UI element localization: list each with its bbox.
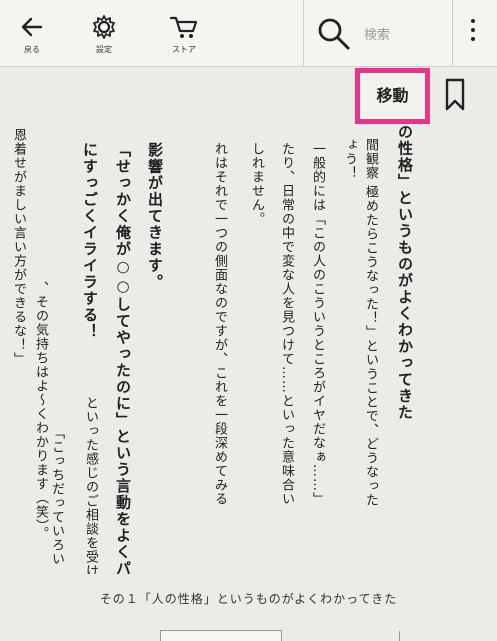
overflow-menu-button[interactable] [458,14,488,54]
text-column: 「こっちだっていろい [49,426,64,566]
text-column: 、その気持ちはよ〜くわかります（笑）。 [33,281,48,541]
text-column: 間観察 極めたらこうなった！」ということで、どうなった [363,138,378,508]
text-column: 「せっかく俺が○○してやったのに」という言動をよくパ [114,142,132,574]
text-column: といった感じのご相談を受け [83,396,98,574]
chapter-title: その１「人の性格」というものがよくわかってきた [99,592,398,606]
arrow-left-icon [21,17,43,37]
store-label: ストア [172,45,196,54]
search-icon [318,18,350,50]
toolbar-divider [303,0,304,66]
store-button[interactable]: ストア [154,8,214,60]
text-column: にすっごくイライラする！ [81,142,99,340]
gear-icon [93,15,115,39]
back-button[interactable]: 戻る [2,8,62,60]
top-toolbar: 戻る 設定 ストア 検索 [0,0,497,67]
settings-button[interactable]: 設定 [74,8,134,60]
text-column: ょう！ [342,138,357,180]
text-column: 一般的には「この人のこういうところがイヤだなぁ……」 [310,142,325,506]
jump-button[interactable]: 移動 [355,68,430,124]
settings-label: 設定 [96,45,112,54]
search-button[interactable]: 検索 [306,10,436,56]
page-scrubber[interactable] [160,630,400,641]
bookmark-icon[interactable] [444,78,466,112]
book-page[interactable]: の性格」というものがよくわかってきた 間観察 極めたらこうなった！」ということで… [0,66,497,574]
text-column: たり、日常の中で変な人を見つけて……といった意味合い [279,142,294,506]
text-column: 影響が出てきます。 [146,142,164,291]
more-vertical-icon [471,19,475,23]
text-column: 恩着せがましい言い方ができるな！」 [11,128,26,366]
cart-icon [169,16,198,38]
text-column: の性格」というものがよくわかってきた [396,124,414,421]
text-column: しれません。 [249,142,264,226]
search-placeholder: 検索 [364,28,391,43]
toolbar-divider [452,0,453,66]
text-column: れはそれで一つの側面なのですが、これを一段深めてみる [212,142,227,506]
back-label: 戻る [24,45,40,54]
